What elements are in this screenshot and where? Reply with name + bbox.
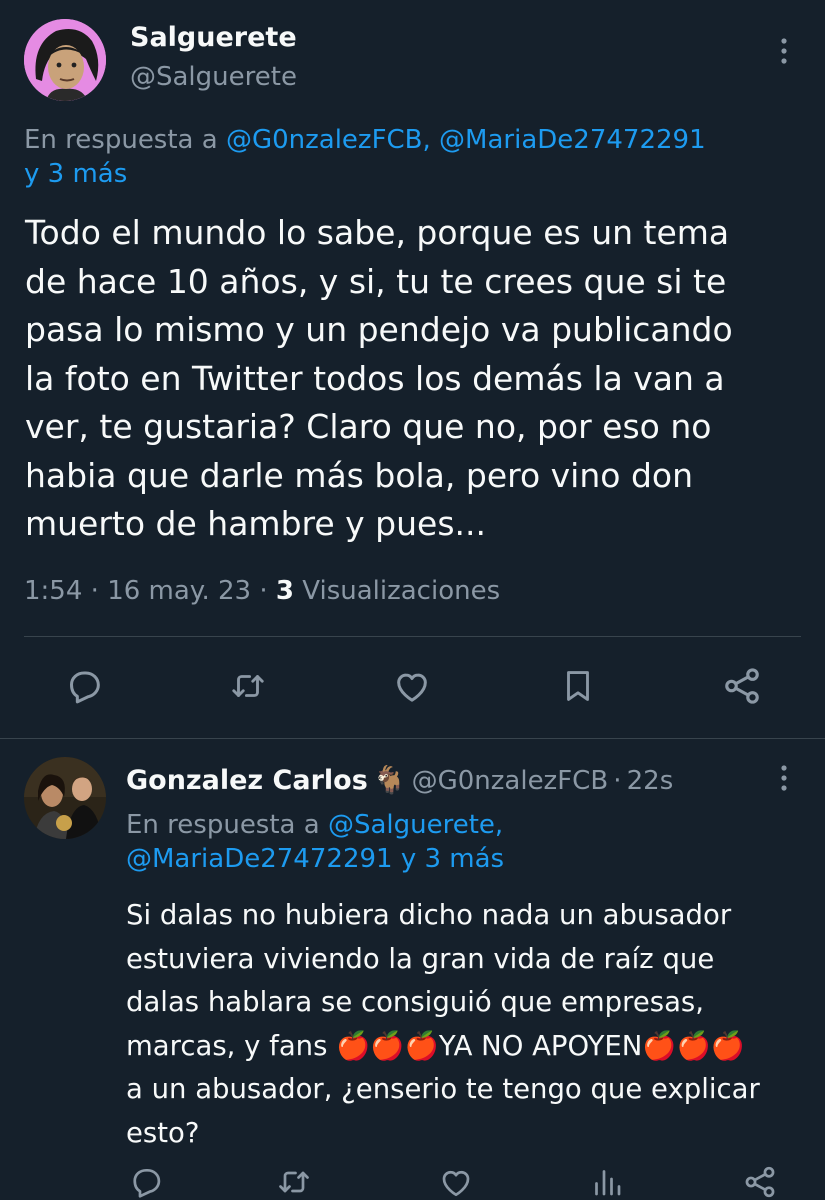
tweet-text-line: dalas hablara se consiguió que empresas, <box>126 986 704 1018</box>
like-icon[interactable] <box>438 1164 474 1200</box>
tweet-text-line: habia que darle más bola, pero vino don <box>25 455 693 495</box>
tweet-date[interactable]: 16 may. 23 <box>107 576 251 606</box>
text-segment: YA NO APOYEN <box>438 1029 643 1062</box>
author-name[interactable]: Salguerete <box>130 22 297 53</box>
more-options-icon[interactable] <box>779 764 789 794</box>
views-count: 3 <box>275 576 294 606</box>
tweet-text-line: la foto en Twitter todos los demás la va… <box>25 358 725 398</box>
avatar-gonzalez-carlos[interactable] <box>24 757 106 839</box>
tweet-text-line: a un abusador, ¿enserio te tengo que exp… <box>126 1073 760 1105</box>
goat-emoji: 🐐 <box>372 765 407 796</box>
tweet-text-line: de hace 10 años, y si, tu te crees que s… <box>25 261 727 301</box>
reply-prefix: En respuesta a <box>24 125 226 155</box>
reply-mention[interactable]: @MariaDe27472291 <box>126 844 393 874</box>
tweet-text-line: marcas, y fans 🍎🍎🍎YA NO APOYEN🍎🍎🍎 <box>126 1025 816 1069</box>
views-icon[interactable] <box>589 1164 625 1200</box>
bookmark-icon[interactable] <box>559 665 597 707</box>
tweet-text: Si dalas no hubiera dicho nada un abusad… <box>126 894 816 1155</box>
apple-emojis: 🍎🍎🍎 <box>336 1029 439 1062</box>
tweet-age[interactable]: 22s <box>627 766 674 796</box>
reply-prefix: En respuesta a <box>126 810 328 840</box>
reply-header: Gonzalez Carlos 🐐 @G0nzalezFCB · 22s <box>126 764 673 796</box>
tweet-text-line: muerto de hambre y pues... <box>25 504 487 543</box>
like-icon[interactable] <box>392 666 432 706</box>
text-segment: marcas, y fans <box>126 1029 337 1062</box>
tweet-text-line: Si dalas no hubiera dicho nada un abusad… <box>126 899 732 931</box>
apple-emojis: 🍎🍎🍎 <box>642 1029 746 1062</box>
meta-dot: · <box>613 766 622 796</box>
meta-dot: · <box>259 576 268 606</box>
tweet-text-line: Todo el mundo lo sabe, porque es un tema <box>25 213 730 252</box>
tweet-separator <box>0 738 825 739</box>
views-label[interactable]: Visualizaciones <box>302 576 500 606</box>
tweet-text-line: esto? <box>126 1116 200 1149</box>
reply-icon[interactable] <box>64 666 104 706</box>
share-icon[interactable] <box>742 1164 778 1200</box>
retweet-icon[interactable] <box>276 1164 312 1200</box>
share-icon[interactable] <box>721 665 763 707</box>
reply-mention[interactable]: @Salguerete, <box>328 810 503 840</box>
author-handle[interactable]: @G0nzalezFCB <box>412 766 609 796</box>
tweet-text: Todo el mundo lo sabe, porque es un tema… <box>25 209 815 549</box>
reply-context: En respuesta a @G0nzalezFCB, @MariaDe274… <box>24 123 814 191</box>
tweet-text-line: pasa lo mismo y un pendejo va publicando <box>25 310 733 349</box>
tweet-text-line: estuviera viviendo la gran vida de raíz … <box>126 942 715 975</box>
tweet-text-line: ver, te gustaria? Claro que no, por eso … <box>25 407 712 446</box>
author-handle[interactable]: @Salguerete <box>130 62 297 92</box>
reply-more-link[interactable]: y 3 más <box>24 159 127 189</box>
author-name[interactable]: Gonzalez Carlos <box>126 765 368 796</box>
more-options-icon[interactable] <box>779 37 789 67</box>
avatar-salguerete[interactable] <box>24 19 106 101</box>
meta-dot: · <box>90 576 99 606</box>
avatar-image <box>24 757 106 839</box>
reply-context: En respuesta a @Salguerete, @MariaDe2747… <box>126 808 816 876</box>
reply-more-link[interactable]: y 3 más <box>401 844 504 874</box>
avatar-image <box>24 19 106 101</box>
retweet-icon[interactable] <box>227 667 269 705</box>
reply-mentions[interactable]: @G0nzalezFCB, @MariaDe27472291 <box>226 125 706 155</box>
tweet-time[interactable]: 1:54 <box>24 576 82 606</box>
reply-icon[interactable] <box>128 1164 164 1200</box>
tweet-meta: 1:54 · 16 may. 23 · 3 Visualizaciones <box>24 576 500 606</box>
divider <box>24 636 801 637</box>
